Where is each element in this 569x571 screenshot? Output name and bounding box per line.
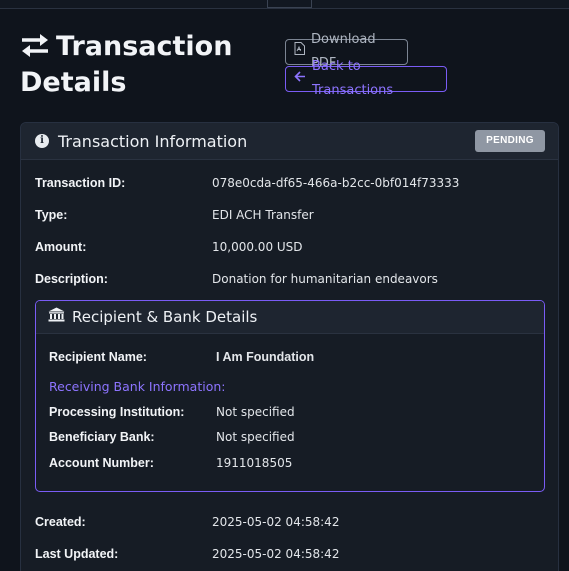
transaction-id-label: Transaction ID: — [35, 176, 126, 190]
card-title: Transaction Information — [58, 131, 248, 151]
account-number-label: Account Number: — [49, 456, 154, 470]
title-line-1: Transaction — [56, 31, 233, 62]
beneficiary-bank-value: Not specified — [216, 430, 295, 444]
card-header: i Transaction Information PENDING — [21, 123, 558, 160]
recipient-name-label: Recipient Name: — [49, 350, 147, 364]
description-value: Donation for humanitarian endeavors — [212, 272, 438, 286]
receiving-bank-info-label: Receiving Bank Information: — [49, 379, 226, 394]
arrow-left-icon — [294, 67, 306, 91]
pdf-file-icon — [294, 40, 305, 64]
last-updated-label: Last Updated: — [35, 547, 119, 561]
page-title: Transaction Details — [20, 30, 270, 99]
bank-icon — [48, 307, 65, 327]
info-icon: i — [35, 134, 49, 148]
title-line-2: Details — [20, 67, 127, 98]
recipient-card-title: Recipient & Bank Details — [72, 308, 258, 326]
processing-institution-label: Processing Institution: — [49, 405, 185, 419]
transaction-id-value: 078e0cda-df65-466a-b2cc-0bf014f73333 — [212, 176, 460, 190]
status-badge: PENDING — [475, 130, 545, 152]
recipient-card-header: Recipient & Bank Details — [36, 301, 544, 334]
back-label: Back to Transactions — [312, 59, 394, 98]
recipient-bank-card: Recipient & Bank Details Recipient Name:… — [35, 300, 545, 492]
processing-institution-value: Not specified — [216, 405, 295, 419]
amount-value: 10,000.00 USD — [212, 240, 303, 254]
type-label: Type: — [35, 208, 68, 222]
recipient-name-value: I Am Foundation — [216, 350, 315, 364]
swap-arrows-icon — [20, 32, 50, 66]
created-label: Created: — [35, 515, 86, 529]
last-updated-value: 2025-05-02 04:58:42 — [212, 547, 340, 561]
amount-label: Amount: — [35, 240, 87, 254]
back-to-transactions-button[interactable]: Back to Transactions — [285, 59, 447, 98]
top-tab[interactable] — [267, 0, 312, 8]
beneficiary-bank-label: Beneficiary Bank: — [49, 430, 155, 444]
account-number-value: 1911018505 — [216, 456, 293, 470]
created-value: 2025-05-02 04:58:42 — [212, 515, 340, 529]
transaction-info-card: i Transaction Information PENDING Transa… — [20, 122, 559, 571]
type-value: EDI ACH Transfer — [212, 208, 314, 222]
description-label: Description: — [35, 272, 108, 286]
top-strip — [0, 0, 569, 9]
